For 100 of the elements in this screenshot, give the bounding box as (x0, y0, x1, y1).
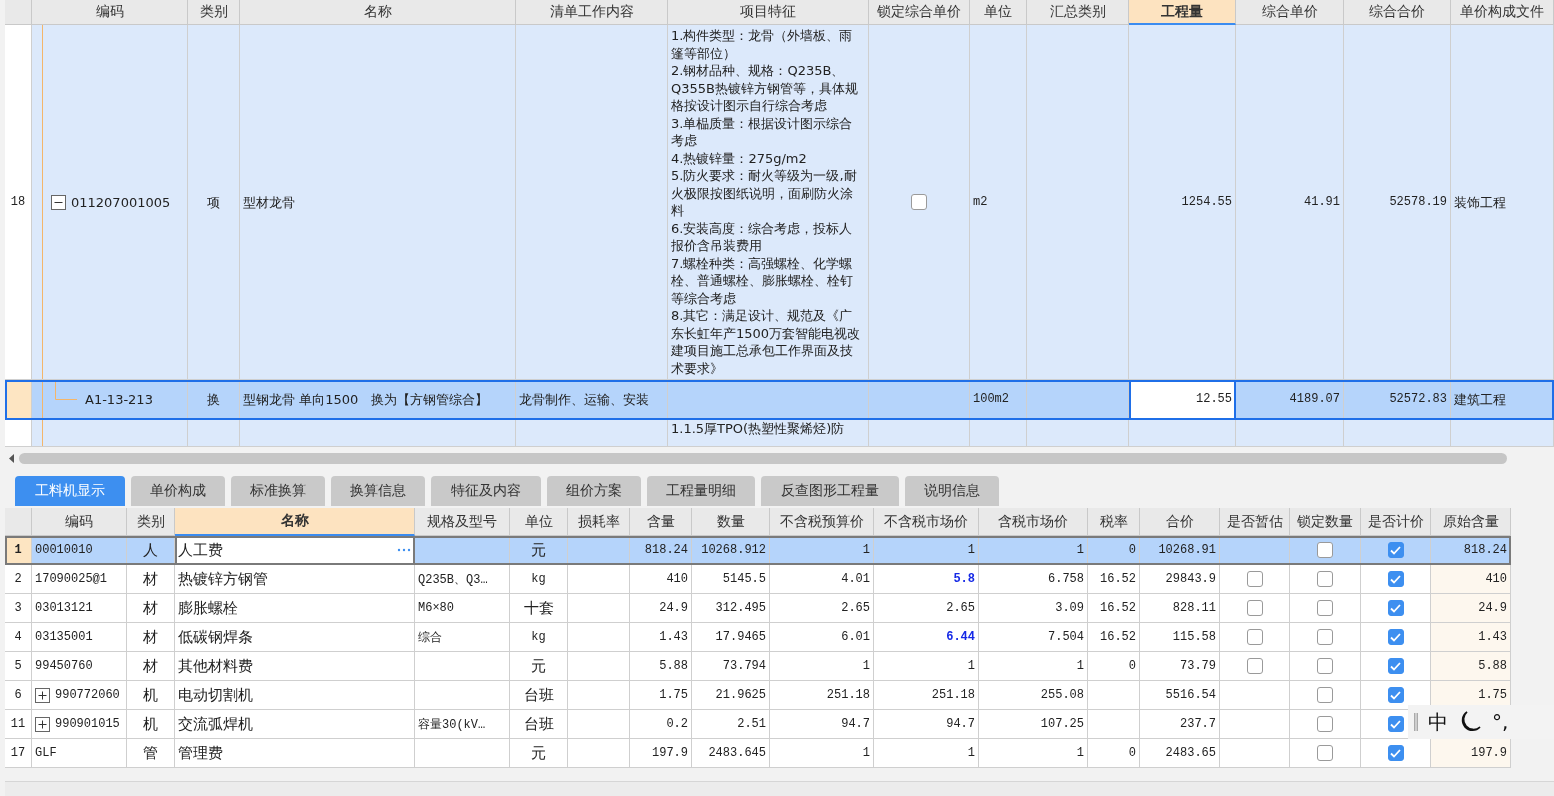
selected-row[interactable]: 1 00010010 人 人工费 元 818.24 10268.912 1 1 1 0 10268.91 818.24 (5, 536, 1511, 565)
column-header[interactable]: 合价 (1140, 508, 1220, 536)
table-cell: 十套 (510, 594, 568, 623)
checkbox[interactable] (1387, 542, 1404, 558)
row-header[interactable]: 4 (5, 623, 32, 652)
column-header[interactable]: 名称 (240, 0, 516, 25)
table-cell: 热镀锌方钢管 (175, 565, 415, 594)
row-header[interactable]: 6 (5, 681, 32, 710)
column-header[interactable]: 锁定综合单价 (869, 0, 970, 25)
column-header[interactable]: 汇总类别 (1027, 0, 1129, 25)
checkbox[interactable] (911, 194, 927, 210)
checkbox[interactable] (1246, 571, 1263, 587)
row-header[interactable] (5, 420, 32, 447)
table-row[interactable]: 1.1.5厚TPO(热塑性聚烯烃)防 (5, 420, 1554, 447)
table-cell: kg (510, 623, 568, 652)
table-cell: 255.08 (979, 681, 1088, 710)
checkbox[interactable] (1317, 542, 1333, 558)
checkbox[interactable] (1246, 658, 1263, 674)
column-header[interactable]: 含量 (630, 508, 692, 536)
tab[interactable]: 工程量明细 (647, 476, 755, 506)
collapse-icon[interactable] (51, 194, 66, 210)
column-header[interactable]: 锁定数量 (1290, 508, 1361, 536)
checkbox[interactable] (1387, 571, 1404, 587)
checkbox[interactable] (1317, 745, 1333, 761)
column-header[interactable]: 综合合价 (1344, 0, 1451, 25)
scrollbar-thumb[interactable] (19, 452, 1507, 464)
column-header[interactable]: 类别 (188, 0, 240, 25)
scroll-left-icon[interactable] (9, 453, 15, 463)
row-header[interactable]: 17 (5, 739, 32, 768)
column-header[interactable]: 单位 (970, 0, 1027, 25)
table-cell: 材 (127, 565, 175, 594)
code-text: A1-13-213 (85, 392, 153, 407)
tab[interactable]: 说明信息 (905, 476, 999, 506)
tab[interactable]: 特征及内容 (431, 476, 541, 506)
expand-icon[interactable] (35, 716, 50, 732)
expand-icon[interactable] (35, 687, 50, 703)
name-field[interactable]: 人工费 (178, 540, 223, 560)
row-header[interactable] (5, 380, 32, 420)
column-header[interactable]: 含税市场价 (979, 508, 1088, 536)
checkbox[interactable] (1387, 716, 1404, 732)
grip-icon[interactable] (1414, 713, 1418, 731)
checkbox[interactable] (1317, 716, 1333, 732)
column-header[interactable]: 名称 (175, 508, 415, 536)
checkbox[interactable] (1246, 629, 1263, 645)
column-header[interactable]: 类别 (127, 508, 175, 536)
checkbox[interactable] (1387, 658, 1404, 674)
column-header[interactable]: 规格及型号 (415, 508, 510, 536)
checkbox[interactable] (1317, 658, 1333, 674)
column-header[interactable]: 数量 (692, 508, 770, 536)
row-header[interactable]: 5 (5, 652, 32, 681)
checkbox[interactable] (1246, 600, 1263, 616)
table-cell: 2.51 (692, 710, 770, 739)
column-header[interactable]: 单价构成文件 (1451, 0, 1554, 25)
column-header[interactable]: 综合单价 (1236, 0, 1344, 25)
column-header[interactable]: 单位 (510, 508, 568, 536)
column-header[interactable]: 编码 (32, 508, 127, 536)
table-cell: 综合 (415, 623, 510, 652)
column-header[interactable]: 是否暂估 (1220, 508, 1290, 536)
column-header[interactable]: 原始含量 (1431, 508, 1511, 536)
table-cell (970, 420, 1027, 447)
tab[interactable]: 反查图形工程量 (761, 476, 899, 506)
table-cell: 0 (1088, 652, 1140, 681)
checkbox[interactable] (1387, 745, 1404, 761)
column-header[interactable]: 不含税预算价 (770, 508, 874, 536)
row-header[interactable]: 1 (5, 536, 32, 565)
checkbox[interactable] (1317, 687, 1333, 703)
table-cell: 10268.912 (692, 536, 770, 565)
column-header[interactable]: 不含税市场价 (874, 508, 979, 536)
row-header[interactable]: 3 (5, 594, 32, 623)
column-header[interactable]: 税率 (1088, 508, 1140, 536)
more-icon[interactable] (397, 548, 411, 552)
checkbox[interactable] (1317, 600, 1333, 616)
checkbox[interactable] (1317, 629, 1333, 645)
table-cell: 6.01 (770, 623, 874, 652)
table-cell: 7.504 (979, 623, 1088, 652)
column-header[interactable]: 是否计价 (1361, 508, 1431, 536)
row-header[interactable]: 18 (5, 25, 32, 380)
input-mode[interactable]: 中 (1428, 708, 1448, 736)
table-cell: 5516.54 (1140, 681, 1220, 710)
tab[interactable]: 单价构成 (131, 476, 225, 506)
table-row[interactable]: A1-13-213 换 型钢龙骨 单向1500 换为【方钢管综合】 龙骨制作、运输、安装 100m2 12.55 4189.07 52572.83 建筑工程 (5, 380, 1554, 420)
column-header[interactable]: 项目特征 (668, 0, 869, 25)
tab[interactable]: 组价方案 (547, 476, 641, 506)
checkbox[interactable] (1317, 571, 1333, 587)
checkbox[interactable] (1387, 687, 1404, 703)
table-cell: 21.9625 (692, 681, 770, 710)
checkbox[interactable] (1387, 600, 1404, 616)
table-cell: 12.55 (1129, 380, 1236, 420)
column-header[interactable]: 编码 (32, 0, 188, 25)
tab[interactable]: 标准换算 (231, 476, 325, 506)
row-header[interactable]: 11 (5, 710, 32, 739)
table-cell (568, 710, 630, 739)
punctuation-mode[interactable]: °, (1492, 710, 1509, 734)
column-header[interactable]: 工程量 (1129, 0, 1236, 25)
column-header[interactable]: 损耗率 (568, 508, 630, 536)
checkbox[interactable] (1387, 629, 1404, 645)
table-cell: 台班 (510, 681, 568, 710)
tab[interactable]: 换算信息 (331, 476, 425, 506)
row-header[interactable]: 2 (5, 565, 32, 594)
column-header[interactable]: 清单工作内容 (516, 0, 668, 25)
